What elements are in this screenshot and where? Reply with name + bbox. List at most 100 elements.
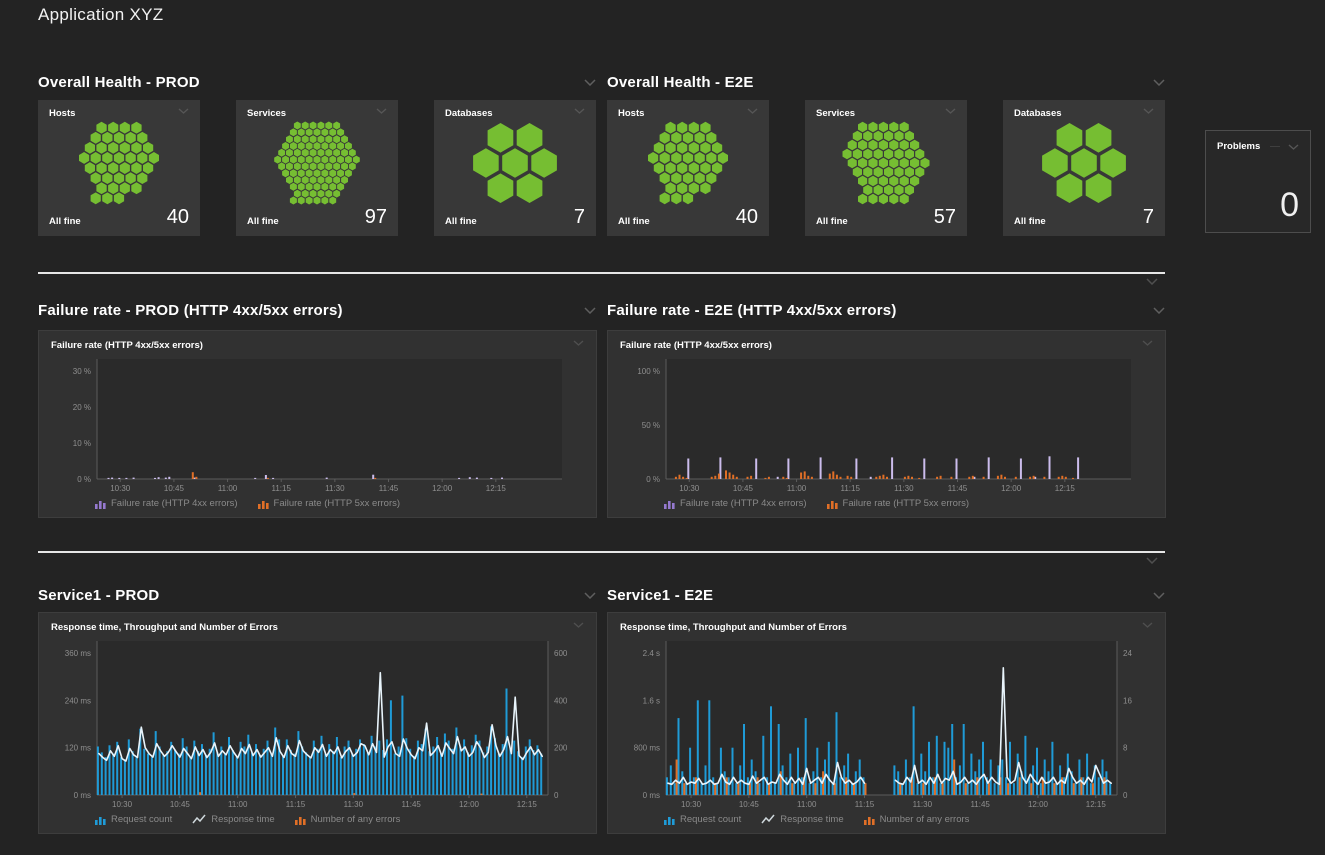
svg-text:11:00: 11:00 — [228, 800, 248, 809]
line-chart-icon — [761, 814, 775, 825]
svg-text:800 ms: 800 ms — [634, 744, 660, 753]
chevron-down-icon[interactable] — [1142, 340, 1153, 346]
health-tile-databases-e2e[interactable]: Databases All fine 7 — [1003, 100, 1165, 236]
dashboard: Application XYZ Overall Health - PROD Ov… — [0, 0, 1325, 855]
svg-text:24: 24 — [1123, 649, 1132, 658]
svg-text:10:45: 10:45 — [170, 800, 191, 809]
svg-text:12:00: 12:00 — [432, 484, 453, 493]
svg-text:11:45: 11:45 — [970, 800, 990, 809]
section-title: Service1 - E2E — [607, 587, 713, 604]
problems-count: 0 — [1217, 188, 1299, 222]
section-title: Failure rate - PROD (HTTP 4xx/5xx errors… — [38, 302, 343, 319]
chevron-down-icon[interactable] — [945, 108, 956, 114]
legend-item-errors[interactable]: Number of any errors — [295, 814, 401, 825]
chevron-down-icon[interactable] — [747, 108, 758, 114]
failure-rate-chart-e2e: 0 %50 %100 %10:3010:4511:0011:1511:3011:… — [620, 351, 1153, 495]
legend-item-request-count[interactable]: Request count — [664, 814, 741, 825]
section-header-service-e2e: Service1 - E2E — [607, 585, 1165, 605]
svg-text:11:45: 11:45 — [948, 484, 968, 493]
legend-item-response-time[interactable]: Response time — [192, 814, 274, 825]
legend-item-4xx[interactable]: Failure rate (HTTP 4xx errors) — [664, 498, 807, 509]
svg-text:12:00: 12:00 — [459, 800, 480, 809]
honeycomb-databases — [445, 121, 585, 205]
chevron-down-icon[interactable] — [178, 108, 189, 114]
problems-tile[interactable]: Problems 0 — [1205, 130, 1311, 233]
svg-text:240 ms: 240 ms — [65, 696, 91, 705]
chevron-down-icon[interactable] — [1153, 79, 1165, 86]
svg-text:10:45: 10:45 — [733, 484, 754, 493]
chevron-down-icon[interactable] — [584, 592, 596, 599]
status-text: All fine — [816, 216, 848, 227]
chart-title: Response time, Throughput and Number of … — [620, 622, 847, 633]
health-tile-databases-prod[interactable]: Databases All fine 7 — [434, 100, 596, 236]
svg-text:12:00: 12:00 — [1028, 800, 1049, 809]
page-title: Application XYZ — [38, 5, 163, 25]
chart-legend: Failure rate (HTTP 4xx errors) Failure r… — [620, 495, 1153, 512]
entity-count: 97 — [365, 207, 387, 227]
health-tile-services-prod[interactable]: Services All fine 97 — [236, 100, 398, 236]
chevron-down-icon[interactable] — [574, 108, 585, 114]
chevron-down-icon[interactable] — [376, 108, 387, 114]
svg-text:100 %: 100 % — [637, 367, 660, 376]
legend-item-5xx[interactable]: Failure rate (HTTP 5xx errors) — [258, 498, 401, 509]
chevron-down-icon[interactable] — [584, 79, 596, 86]
svg-text:12:00: 12:00 — [1001, 484, 1022, 493]
chart-legend: Request count Response time Number of an… — [620, 811, 1153, 828]
legend-label: Failure rate (HTTP 5xx errors) — [843, 498, 970, 509]
svg-text:11:15: 11:15 — [271, 484, 291, 493]
legend-item-4xx[interactable]: Failure rate (HTTP 4xx errors) — [95, 498, 238, 509]
svg-text:11:30: 11:30 — [344, 800, 364, 809]
svg-text:0 ms: 0 ms — [643, 791, 660, 800]
section-title: Failure rate - E2E (HTTP 4xx/5xx errors) — [607, 302, 897, 319]
svg-text:11:45: 11:45 — [401, 800, 421, 809]
entity-count: 7 — [574, 207, 585, 227]
svg-text:0 ms: 0 ms — [74, 791, 91, 800]
svg-text:8: 8 — [1123, 744, 1128, 753]
chart-tile-failure-prod[interactable]: Failure rate (HTTP 4xx/5xx errors) 0 %10… — [38, 330, 597, 518]
section-divider — [38, 272, 1165, 274]
chevron-down-icon[interactable] — [1146, 557, 1158, 564]
legend-item-request-count[interactable]: Request count — [95, 814, 172, 825]
status-text: All fine — [49, 216, 81, 227]
section-divider — [38, 551, 1165, 553]
health-tile-hosts-e2e[interactable]: Hosts All fine 40 — [607, 100, 769, 236]
svg-text:11:00: 11:00 — [787, 484, 807, 493]
svg-text:12:15: 12:15 — [486, 484, 507, 493]
svg-text:12:15: 12:15 — [517, 800, 538, 809]
bar-chart-icon — [295, 814, 306, 825]
tile-label: Databases — [1014, 108, 1062, 119]
chevron-down-icon[interactable] — [1288, 144, 1299, 150]
health-tile-hosts-prod[interactable]: Hosts All fine 40 — [38, 100, 200, 236]
svg-text:20 %: 20 % — [73, 403, 91, 412]
legend-item-5xx[interactable]: Failure rate (HTTP 5xx errors) — [827, 498, 970, 509]
chart-title: Response time, Throughput and Number of … — [51, 622, 278, 633]
chart-tile-failure-e2e[interactable]: Failure rate (HTTP 4xx/5xx errors) 0 %50… — [607, 330, 1166, 518]
entity-count: 40 — [736, 207, 758, 227]
chart-tile-service-prod[interactable]: Response time, Throughput and Number of … — [38, 612, 597, 834]
chevron-down-icon[interactable] — [584, 307, 596, 314]
chevron-down-icon[interactable] — [1143, 108, 1154, 114]
svg-text:11:00: 11:00 — [797, 800, 817, 809]
health-tile-services-e2e[interactable]: Services All fine 57 — [805, 100, 967, 236]
chevron-down-icon[interactable] — [573, 622, 584, 628]
legend-item-errors[interactable]: Number of any errors — [864, 814, 970, 825]
chevron-down-icon[interactable] — [1142, 622, 1153, 628]
chevron-down-icon[interactable] — [1153, 592, 1165, 599]
legend-label: Number of any errors — [311, 814, 401, 825]
honeycomb-services — [816, 121, 956, 205]
problems-filter-dash — [1270, 146, 1280, 147]
svg-text:10:30: 10:30 — [681, 800, 702, 809]
chart-tile-service-e2e[interactable]: Response time, Throughput and Number of … — [607, 612, 1166, 834]
section-header-service-prod: Service1 - PROD — [38, 585, 596, 605]
health-tiles-prod: Hosts All fine 40 Services All fine 97 D… — [38, 100, 596, 236]
legend-label: Request count — [111, 814, 172, 825]
chart-legend: Failure rate (HTTP 4xx errors) Failure r… — [51, 495, 584, 512]
chevron-down-icon[interactable] — [1146, 278, 1158, 285]
chevron-down-icon[interactable] — [1153, 307, 1165, 314]
legend-item-response-time[interactable]: Response time — [761, 814, 843, 825]
svg-text:11:15: 11:15 — [286, 800, 306, 809]
svg-text:11:30: 11:30 — [894, 484, 914, 493]
chevron-down-icon[interactable] — [573, 340, 584, 346]
svg-text:11:15: 11:15 — [855, 800, 875, 809]
legend-label: Response time — [780, 814, 843, 825]
